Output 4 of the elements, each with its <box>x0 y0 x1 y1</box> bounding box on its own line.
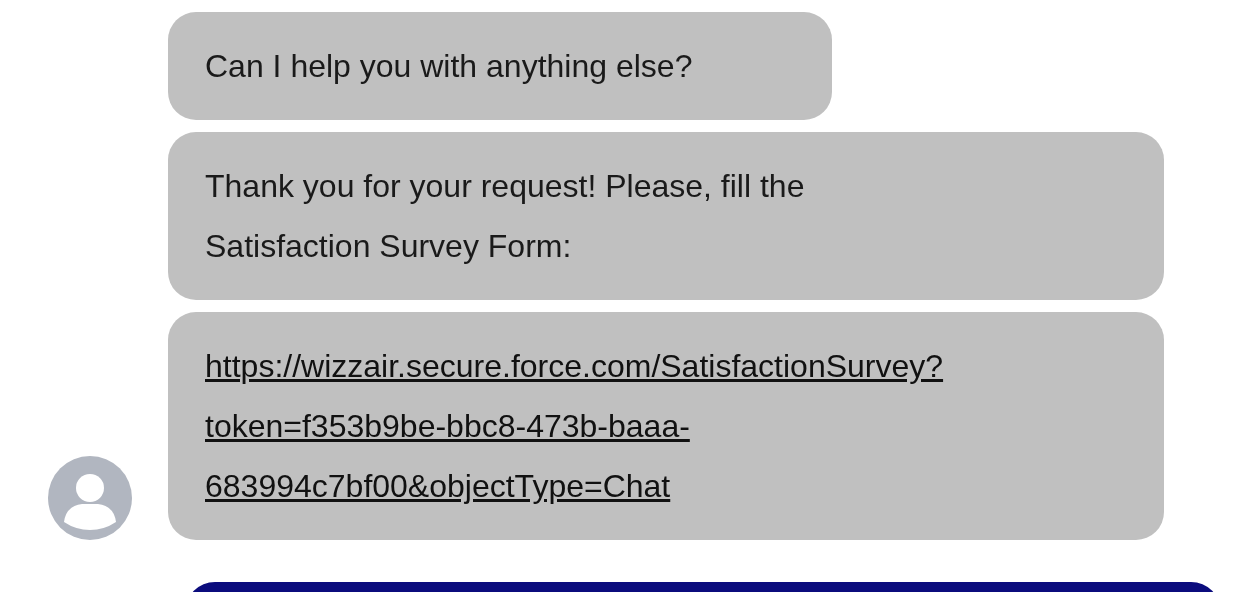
message-text: Can I help you with anything else? <box>205 48 693 84</box>
avatar-icon <box>48 456 132 540</box>
survey-link[interactable]: https://wizzair.secure.force.com/SatisfactionSurvey?token=f353b9be-bbc8-473b-baaa-683994c7bf00&objectType=Chat <box>205 336 1127 516</box>
message-text: Thank you for your request! Please, fill the Satisfaction Survey Form: <box>205 168 805 264</box>
